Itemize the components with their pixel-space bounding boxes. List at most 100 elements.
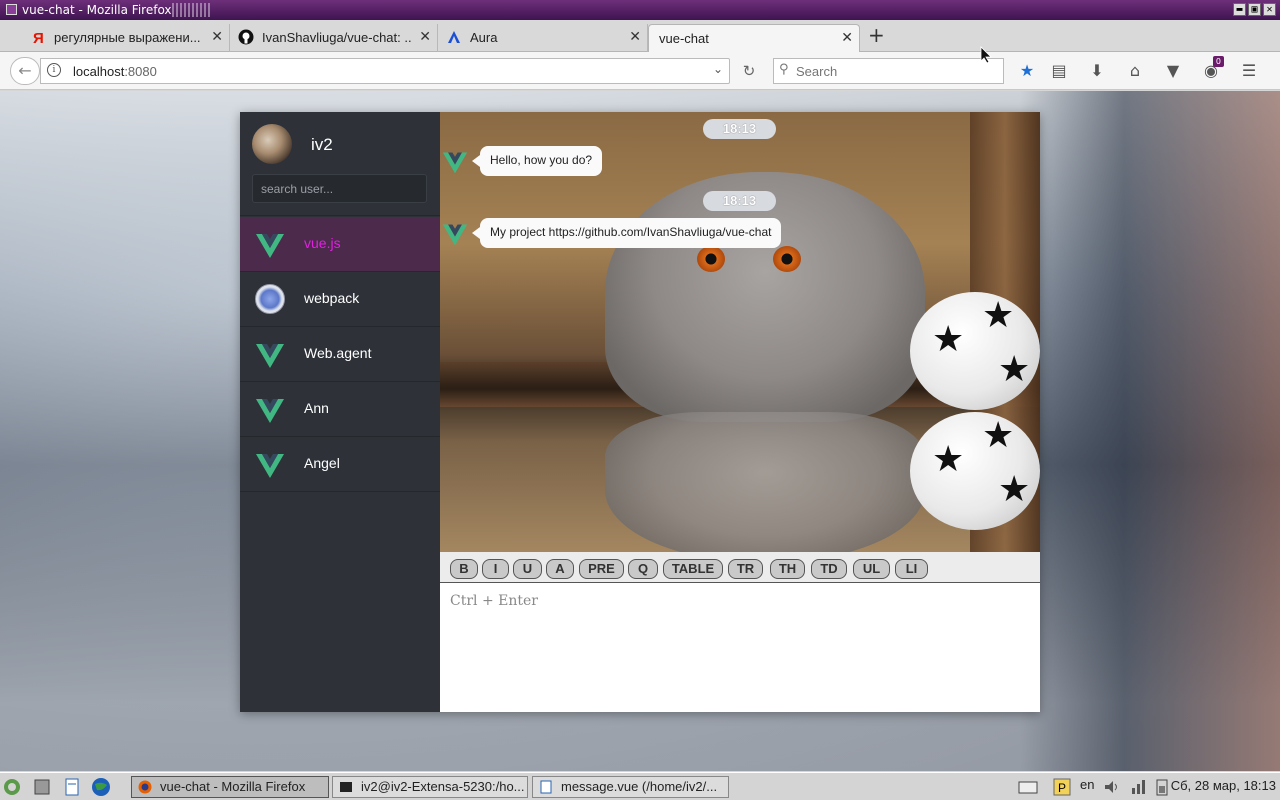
keyboard-icon[interactable] bbox=[1018, 777, 1038, 797]
tab-github[interactable]: IvanShavliuga/vue-chat: ... ✕ bbox=[230, 24, 438, 52]
user-item-webagent[interactable]: Web.agent bbox=[240, 327, 440, 382]
tab-aura[interactable]: Aura ✕ bbox=[438, 24, 648, 52]
format-pre-button[interactable]: PRE bbox=[579, 559, 624, 579]
user-name: webpack bbox=[304, 290, 360, 306]
tab-label: vue-chat bbox=[659, 31, 709, 46]
tab-yandex[interactable]: Я регулярные выражени... ✕ bbox=[22, 24, 230, 52]
format-tr-button[interactable]: TR bbox=[728, 559, 763, 579]
terminal-icon bbox=[340, 782, 352, 792]
message-input[interactable] bbox=[440, 583, 1040, 712]
user-list: vue.js webpack Web.agent Ann Angel bbox=[240, 217, 440, 492]
keyboard-layout-indicator[interactable]: en bbox=[1080, 777, 1094, 792]
svg-text:Я: Я bbox=[33, 30, 44, 45]
back-button[interactable]: ← bbox=[10, 57, 40, 85]
tab-vue-chat[interactable]: vue-chat ✕ bbox=[648, 24, 860, 52]
bookmark-star-icon[interactable]: ★ bbox=[1014, 60, 1040, 82]
browser-globe-icon[interactable] bbox=[91, 777, 111, 797]
format-ul-button[interactable]: UL bbox=[853, 559, 890, 579]
format-table-button[interactable]: TABLE bbox=[663, 559, 723, 579]
vue-logo-icon bbox=[442, 224, 468, 246]
tab-close-icon[interactable]: ✕ bbox=[211, 29, 223, 45]
message-time: 18:13 bbox=[703, 191, 776, 211]
format-bold-button[interactable]: B bbox=[450, 559, 478, 579]
user-item-vuejs[interactable]: vue.js bbox=[240, 217, 440, 272]
menu-hamburger-icon[interactable]: ☰ bbox=[1230, 60, 1268, 82]
chat-app: iv2 vue.js webpack Web.agent bbox=[240, 112, 1040, 712]
pocket-icon[interactable]: ▼ bbox=[1154, 60, 1192, 82]
close-window-button[interactable]: ✕ bbox=[1263, 3, 1276, 16]
url-bar[interactable]: i localhost:8080 ⌄ bbox=[40, 58, 730, 84]
info-icon[interactable]: i bbox=[47, 63, 61, 77]
taskbar: vue-chat - Mozilla Firefox iv2@iv2-Exten… bbox=[0, 772, 1280, 800]
user-search[interactable] bbox=[252, 174, 427, 203]
tab-close-icon[interactable]: ✕ bbox=[629, 29, 641, 45]
text-editor-icon[interactable] bbox=[62, 777, 82, 797]
mouse-cursor-icon bbox=[980, 46, 992, 64]
new-tab-button[interactable]: + bbox=[868, 23, 885, 47]
search-user-input[interactable] bbox=[253, 175, 426, 202]
clipboard-p-icon[interactable]: P bbox=[1052, 777, 1072, 797]
bookmarks-list-icon[interactable]: ▤ bbox=[1040, 60, 1078, 82]
user-item-ann[interactable]: Ann bbox=[240, 382, 440, 437]
tab-label: IvanShavliuga/vue-chat: ... bbox=[262, 30, 412, 45]
extension-icon[interactable]: ◉ 0 bbox=[1192, 56, 1230, 82]
current-user-name: iv2 bbox=[311, 135, 333, 154]
window-title: vue-chat - Mozilla Firefox bbox=[22, 3, 172, 17]
vue-logo-icon bbox=[256, 344, 284, 368]
format-italic-button[interactable]: I bbox=[482, 559, 509, 579]
downloads-icon[interactable]: ⬇ bbox=[1078, 60, 1116, 82]
volume-icon[interactable] bbox=[1102, 777, 1122, 797]
format-quote-button[interactable]: Q bbox=[628, 559, 658, 579]
svg-text:P: P bbox=[1058, 781, 1066, 795]
search-input[interactable] bbox=[796, 62, 996, 80]
aura-icon bbox=[448, 31, 460, 43]
minimize-button[interactable]: ▬ bbox=[1233, 3, 1246, 16]
chevron-down-icon[interactable]: ⌄ bbox=[713, 62, 723, 76]
page-background: iv2 vue.js webpack Web.agent bbox=[0, 91, 1280, 771]
message-bubble: My project https://github.com/IvanShavli… bbox=[471, 218, 782, 248]
search-bar[interactable]: ⚲ bbox=[773, 58, 1004, 84]
chat-main: ★ ★ ★ ★ ★ ★ 18:13 Hello, how you do? 18:… bbox=[440, 112, 1040, 712]
user-name: Web.agent bbox=[304, 345, 372, 361]
taskbar-task-firefox[interactable]: vue-chat - Mozilla Firefox bbox=[131, 776, 329, 798]
format-th-button[interactable]: TH bbox=[770, 559, 805, 579]
search-icon: ⚲ bbox=[779, 62, 789, 77]
reload-icon[interactable]: ↻ bbox=[736, 58, 762, 84]
titlebar-grip bbox=[172, 3, 212, 17]
start-menu-icon[interactable] bbox=[2, 777, 22, 797]
message-bubble: Hello, how you do? bbox=[471, 146, 603, 176]
firefox-icon bbox=[138, 780, 152, 794]
vue-logo-icon bbox=[256, 454, 284, 478]
network-icon[interactable] bbox=[1128, 777, 1148, 797]
message-composer[interactable] bbox=[440, 583, 1040, 712]
format-toolbar: B I U A PRE Q TABLE TR TH TD UL LI bbox=[440, 552, 1040, 583]
battery-icon[interactable] bbox=[1152, 777, 1172, 797]
editor-icon bbox=[540, 780, 552, 794]
home-icon[interactable]: ⌂ bbox=[1116, 60, 1154, 82]
url-text: localhost:8080 bbox=[73, 64, 157, 79]
background-ball: ★ ★ ★ bbox=[910, 292, 1040, 410]
user-item-webpack[interactable]: webpack bbox=[240, 272, 440, 327]
navigation-bar: ← i localhost:8080 ⌄ ↻ ⚲ ★ ▤ ⬇ ⌂ ▼ ◉0 ☰ bbox=[0, 52, 1280, 90]
message-time: 18:13 bbox=[703, 119, 776, 139]
tab-strip: Я регулярные выражени... ✕ IvanShavliuga… bbox=[0, 20, 1280, 52]
user-name: Ann bbox=[304, 400, 329, 416]
maximize-button[interactable]: ▣ bbox=[1248, 3, 1261, 16]
window-titlebar: vue-chat - Mozilla Firefox ▬ ▣ ✕ bbox=[0, 0, 1280, 20]
tab-label: Aura bbox=[470, 30, 498, 45]
tab-close-icon[interactable]: ✕ bbox=[419, 29, 431, 45]
taskbar-task-terminal[interactable]: iv2@iv2-Extensa-5230:/ho... bbox=[332, 776, 528, 798]
user-item-angel[interactable]: Angel bbox=[240, 437, 440, 492]
tab-label: регулярные выражени... bbox=[54, 30, 201, 45]
tab-close-icon[interactable]: ✕ bbox=[841, 30, 853, 46]
format-li-button[interactable]: LI bbox=[895, 559, 928, 579]
vue-logo-icon bbox=[256, 234, 284, 258]
webpack-logo-icon bbox=[255, 284, 285, 314]
github-icon bbox=[238, 29, 254, 45]
format-underline-button[interactable]: U bbox=[513, 559, 542, 579]
taskbar-task-editor[interactable]: message.vue (/home/iv2/... bbox=[532, 776, 729, 798]
format-link-button[interactable]: A bbox=[546, 559, 574, 579]
format-td-button[interactable]: TD bbox=[811, 559, 847, 579]
task-label: iv2@iv2-Extensa-5230:/ho... bbox=[361, 779, 525, 794]
file-manager-icon[interactable] bbox=[32, 777, 52, 797]
